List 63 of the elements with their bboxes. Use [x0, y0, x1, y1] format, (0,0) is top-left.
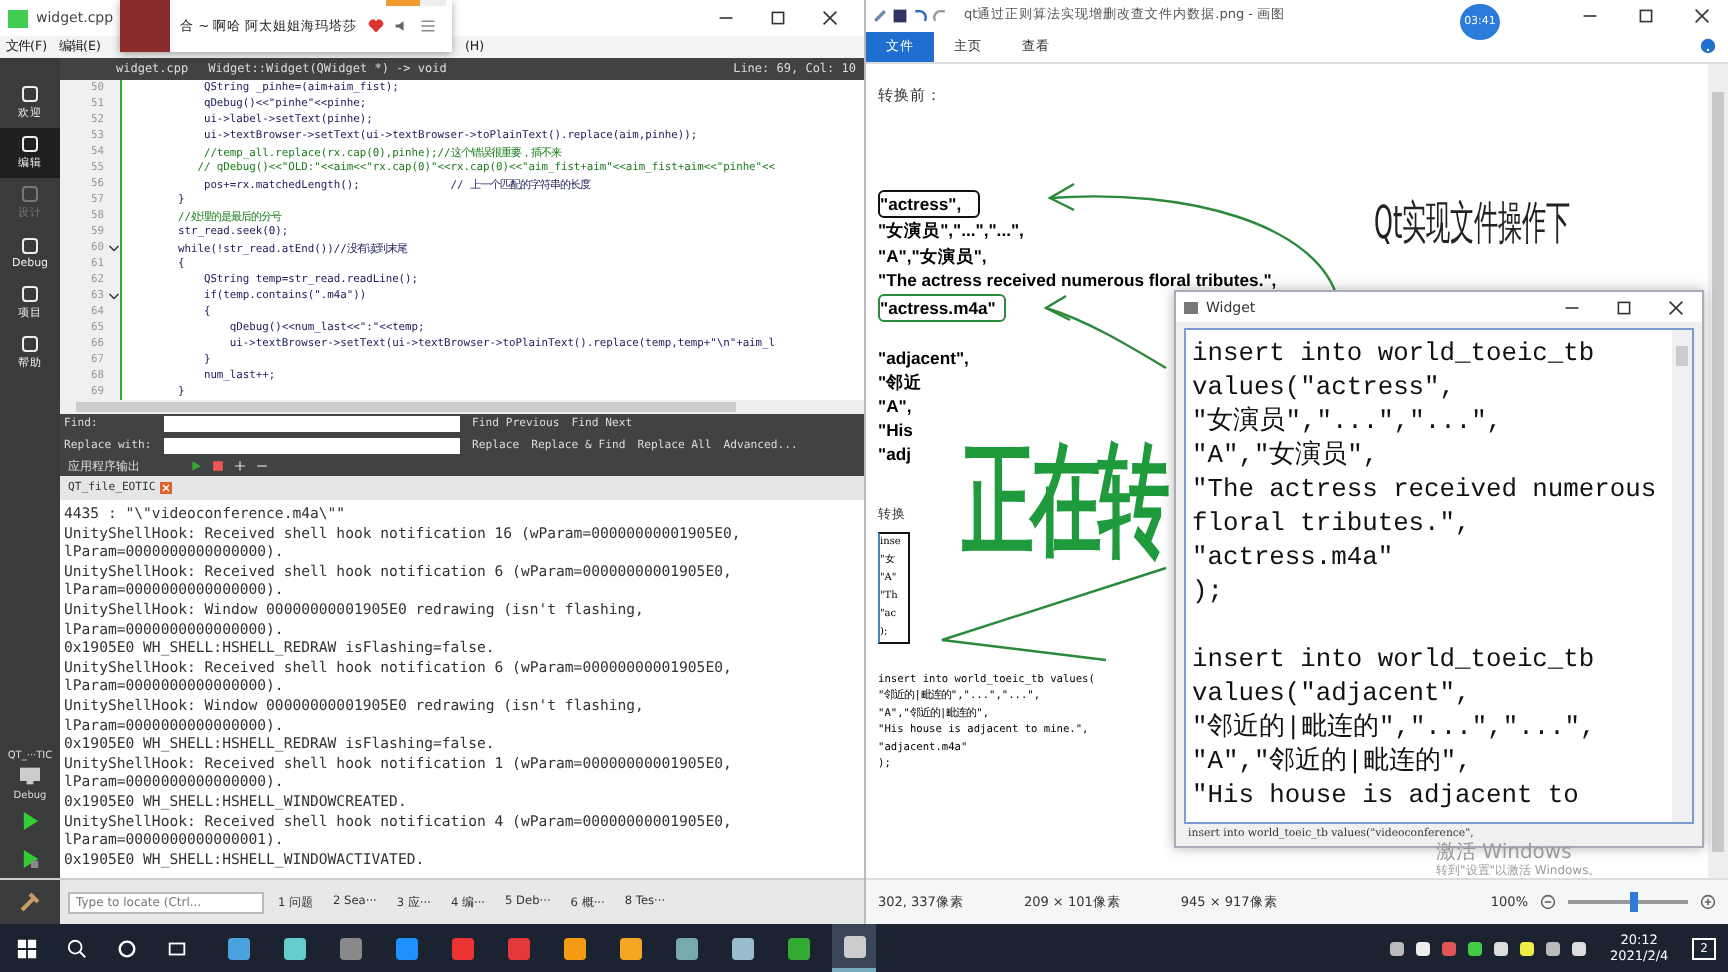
run-icon[interactable] — [190, 460, 202, 472]
document-line: "女演员","...","...", — [878, 218, 1024, 244]
activation-title: 激活 Windows — [1436, 842, 1574, 864]
maximize-icon[interactable] — [770, 10, 786, 26]
maximize-icon[interactable] — [1638, 7, 1654, 23]
monitor-icon[interactable] — [18, 766, 42, 786]
zoom-in-icon[interactable] — [1700, 894, 1716, 910]
text-line: "A","邻近的|毗连的", — [1192, 744, 1474, 778]
app-icon — [1184, 301, 1198, 313]
task-view-icon[interactable] — [166, 937, 188, 959]
heart-icon[interactable] — [367, 18, 384, 34]
text-line: "actress.m4a" — [1192, 540, 1396, 574]
maximize-icon[interactable] — [1616, 299, 1632, 315]
stop-icon[interactable] — [212, 460, 224, 472]
windows-start-icon[interactable] — [16, 937, 38, 959]
document-line: "adjacent", — [878, 345, 969, 370]
text-line: values("actress", — [1192, 370, 1458, 404]
minus-icon[interactable] — [256, 460, 268, 472]
document-line: "邻近 — [878, 369, 923, 394]
text-line: "邻近的|毗连的","...","...", — [1192, 710, 1598, 744]
close-icon[interactable] — [1668, 299, 1684, 315]
text-line: values("adjacent", — [1192, 676, 1473, 710]
circle-icon[interactable] — [116, 937, 138, 959]
fold-icon[interactable] — [107, 291, 119, 301]
hammer-icon[interactable] — [0, 880, 60, 924]
document-line: "His — [878, 417, 913, 442]
run-icon[interactable] — [21, 810, 39, 832]
text-line: "A","女演员", — [1192, 438, 1381, 472]
close-icon[interactable] — [1694, 7, 1710, 23]
title-text: Qt实现文件操作下 — [1374, 196, 1571, 250]
plus-icon[interactable] — [234, 460, 246, 472]
photo-placeholder — [120, 0, 170, 52]
document-line: "The actress received numerous floral tributes.", — [878, 268, 1277, 294]
redo-icon[interactable] — [932, 7, 948, 23]
zoom-slider[interactable] — [1630, 892, 1638, 912]
overlay-text: 正在转 — [962, 431, 1166, 577]
text-line: "The actress received numerous — [1192, 472, 1659, 506]
scrollbar[interactable] — [1676, 346, 1688, 366]
replace-field[interactable] — [164, 437, 460, 454]
debug-run-icon[interactable] — [21, 848, 39, 870]
close-icon[interactable] — [822, 10, 838, 26]
list-icon[interactable] — [419, 18, 436, 34]
text-line: insert into world_toeic_tb — [1192, 336, 1597, 370]
text-line: ); — [1192, 574, 1225, 608]
zoom-out-icon[interactable] — [1540, 894, 1556, 910]
document-line: "A","女演员", — [878, 243, 987, 269]
help-icon[interactable] — [1700, 38, 1716, 54]
scrollbar[interactable] — [1712, 92, 1724, 852]
search-icon[interactable] — [66, 937, 88, 959]
app-icon[interactable] — [832, 924, 876, 972]
document-line: "A", — [878, 393, 912, 418]
save-icon[interactable] — [892, 7, 908, 23]
app-icon — [8, 9, 28, 27]
text-line: insert into world_toeic_tb — [1192, 642, 1597, 676]
text-line: floral tributes.", — [1192, 506, 1473, 540]
document-line: "adj — [878, 441, 911, 466]
fold-icon[interactable] — [107, 243, 119, 253]
undo-icon[interactable] — [912, 7, 928, 23]
text-line: "女演员","...","...", — [1192, 404, 1505, 438]
text-line: "His house is adjacent to — [1192, 778, 1581, 812]
paint-icon — [872, 7, 888, 23]
find-field[interactable] — [164, 416, 460, 433]
scrollbar[interactable] — [76, 402, 736, 412]
